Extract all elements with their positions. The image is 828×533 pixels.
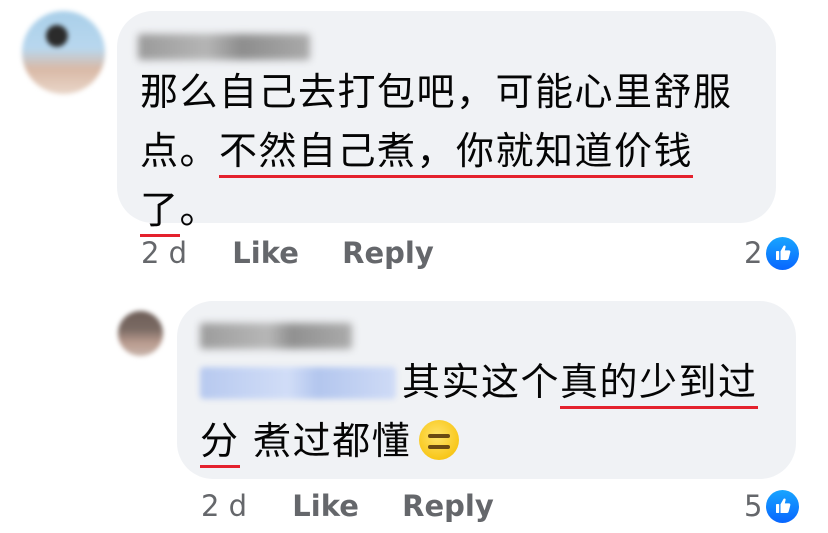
mention-tag[interactable] — [200, 367, 396, 399]
reaction-summary[interactable]: 5 — [744, 488, 800, 524]
underlined-text: 不然自己煮，你就知道价钱 — [219, 129, 694, 178]
underlined-text: 了 — [140, 188, 180, 237]
comment-actions: 2 d Like Reply — [141, 236, 434, 270]
avatar[interactable] — [22, 11, 105, 94]
comment-actions: 2 d Like Reply — [201, 489, 494, 523]
author-name[interactable] — [138, 34, 310, 60]
reply-button[interactable]: Reply — [342, 236, 434, 270]
reaction-summary[interactable]: 2 — [744, 235, 800, 271]
comment-text-line-2: 分 煮过都懂 — [200, 412, 758, 471]
comment-text-line-1: 其实这个真的少到过 — [200, 353, 758, 412]
reply-button[interactable]: Reply — [402, 489, 494, 523]
like-button[interactable]: Like — [232, 236, 299, 270]
underlined-text: 分 — [200, 419, 240, 468]
author-name[interactable] — [200, 323, 352, 349]
comment-text-line-2: 点。不然自己煮，你就知道价钱 — [140, 122, 733, 181]
like-button[interactable]: Like — [292, 489, 359, 523]
avatar[interactable] — [118, 311, 163, 356]
comment-text: 那么自己去打包吧，可能心里舒服 点。不然自己煮，你就知道价钱 了。 — [140, 63, 733, 240]
comment-text: 其实这个真的少到过 分 煮过都懂 — [200, 353, 758, 471]
reaction-count: 2 — [744, 236, 763, 270]
comment-timestamp[interactable]: 2 d — [141, 236, 187, 270]
expressionless-face-emoji — [419, 420, 460, 460]
reaction-count: 5 — [744, 489, 763, 523]
underlined-text: 真的少到过 — [560, 360, 758, 409]
comment-text-line-1: 那么自己去打包吧，可能心里舒服 — [140, 70, 733, 114]
thumbs-up-icon — [766, 489, 800, 523]
comment-timestamp[interactable]: 2 d — [201, 489, 247, 523]
thumbs-up-icon — [766, 236, 800, 270]
comment-text-line-3: 了。 — [140, 181, 733, 240]
